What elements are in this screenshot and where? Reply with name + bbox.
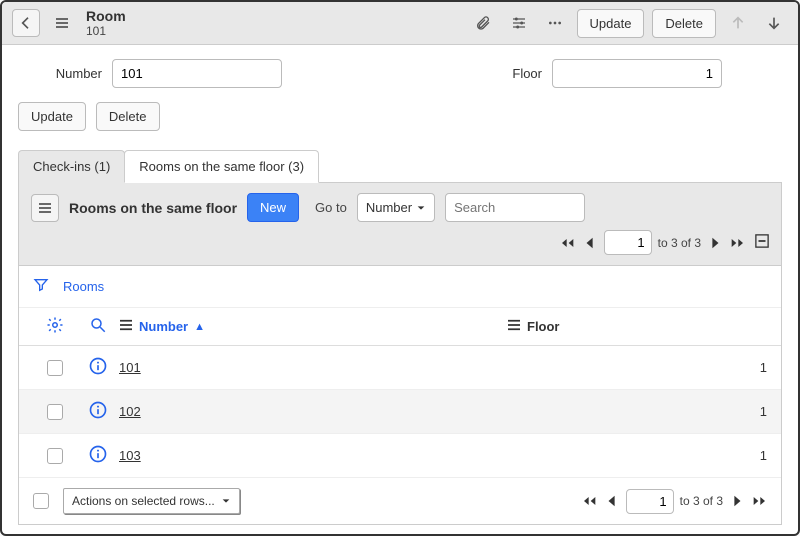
page-range-top: to 3 of 3 bbox=[658, 236, 701, 250]
row-number-link[interactable]: 101 bbox=[119, 360, 141, 375]
panel-title: Rooms on the same floor bbox=[69, 200, 237, 216]
menu-icon bbox=[54, 15, 70, 31]
first-page-button[interactable] bbox=[560, 236, 576, 250]
menu-icon bbox=[37, 200, 53, 216]
table-row: 103 1 bbox=[19, 434, 781, 478]
next-page-button[interactable] bbox=[729, 494, 745, 508]
tab-rooms-same-floor[interactable]: Rooms on the same floor (3) bbox=[124, 150, 319, 183]
content: Number Floor Update Delete Check-ins (1)… bbox=[2, 45, 798, 534]
tabs: Check-ins (1) Rooms on the same floor (3… bbox=[18, 149, 782, 183]
goto-field-select[interactable]: Number bbox=[357, 193, 435, 222]
page-title: Room bbox=[86, 8, 126, 24]
filter-bar: Rooms bbox=[19, 266, 781, 308]
top-bar: Room 101 Update Delete bbox=[2, 2, 798, 45]
search-column-icon[interactable] bbox=[89, 316, 107, 337]
chevron-down-icon bbox=[221, 496, 231, 506]
row-number-link[interactable]: 103 bbox=[119, 448, 141, 463]
pager-top: to 3 of 3 bbox=[560, 230, 769, 255]
page-input-bottom[interactable] bbox=[626, 489, 674, 514]
page-input-top[interactable] bbox=[604, 230, 652, 255]
next-page-button[interactable] bbox=[707, 236, 723, 250]
page-subtitle: 101 bbox=[86, 24, 126, 38]
page-range-bottom: to 3 of 3 bbox=[680, 494, 723, 508]
info-icon[interactable] bbox=[88, 400, 108, 423]
row-floor-value: 1 bbox=[760, 404, 767, 419]
floor-label: Floor bbox=[482, 66, 542, 81]
sliders-icon bbox=[511, 15, 527, 31]
table-row: 102 1 bbox=[19, 390, 781, 434]
prev-record-button bbox=[724, 9, 752, 37]
row-checkbox[interactable] bbox=[47, 404, 63, 420]
sort-asc-icon: ▲ bbox=[194, 321, 205, 333]
table-head: Number ▲ Floor bbox=[19, 308, 781, 346]
menu-button[interactable] bbox=[48, 9, 76, 37]
tab-checkins[interactable]: Check-ins (1) bbox=[18, 150, 125, 183]
row-floor-value: 1 bbox=[760, 448, 767, 463]
select-all-checkbox[interactable] bbox=[33, 493, 49, 509]
pager-bottom: to 3 of 3 bbox=[582, 489, 767, 514]
next-record-button[interactable] bbox=[760, 9, 788, 37]
actions-select[interactable]: Actions on selected rows... bbox=[63, 488, 240, 514]
list-icon bbox=[119, 319, 133, 334]
table-row: 101 1 bbox=[19, 346, 781, 390]
back-button[interactable] bbox=[12, 9, 40, 37]
more-icon bbox=[547, 15, 563, 31]
funnel-icon[interactable] bbox=[33, 276, 49, 297]
form-delete-button[interactable]: Delete bbox=[96, 102, 160, 131]
number-input[interactable] bbox=[112, 59, 282, 88]
chevron-left-icon bbox=[18, 15, 34, 31]
form-update-button[interactable]: Update bbox=[18, 102, 86, 131]
update-button[interactable]: Update bbox=[577, 9, 645, 38]
last-page-button[interactable] bbox=[751, 494, 767, 508]
arrow-down-icon bbox=[766, 15, 782, 31]
prev-page-button[interactable] bbox=[604, 494, 620, 508]
row-checkbox[interactable] bbox=[47, 360, 63, 376]
goto-label: Go to bbox=[315, 200, 347, 215]
column-number-header[interactable]: Number ▲ bbox=[119, 319, 507, 334]
gear-icon[interactable] bbox=[46, 316, 64, 337]
last-page-button[interactable] bbox=[729, 236, 745, 250]
row-number-link[interactable]: 102 bbox=[119, 404, 141, 419]
prev-page-button[interactable] bbox=[582, 236, 598, 250]
info-icon[interactable] bbox=[88, 444, 108, 467]
row-floor-value: 1 bbox=[760, 360, 767, 375]
floor-input[interactable] bbox=[552, 59, 722, 88]
more-button[interactable] bbox=[541, 9, 569, 37]
table-footer: Actions on selected rows... to 3 of 3 bbox=[19, 478, 781, 524]
arrow-up-icon bbox=[730, 15, 746, 31]
column-floor-header[interactable]: Floor bbox=[507, 319, 767, 334]
attach-button[interactable] bbox=[469, 9, 497, 37]
new-button[interactable]: New bbox=[247, 193, 299, 222]
paperclip-icon bbox=[475, 15, 491, 31]
chevron-down-icon bbox=[416, 203, 426, 213]
delete-button[interactable]: Delete bbox=[652, 9, 716, 38]
collapse-button[interactable] bbox=[755, 234, 769, 251]
row-checkbox[interactable] bbox=[47, 448, 63, 464]
first-page-button[interactable] bbox=[582, 494, 598, 508]
panel-menu-button[interactable] bbox=[31, 194, 59, 222]
sliders-button[interactable] bbox=[505, 9, 533, 37]
panel: Rooms on the same floor New Go to Number… bbox=[18, 183, 782, 525]
title-block: Room 101 bbox=[86, 8, 126, 38]
search-input[interactable] bbox=[445, 193, 585, 222]
info-icon[interactable] bbox=[88, 356, 108, 379]
number-label: Number bbox=[42, 66, 102, 81]
list-icon bbox=[507, 319, 521, 334]
rooms-link[interactable]: Rooms bbox=[63, 279, 104, 294]
